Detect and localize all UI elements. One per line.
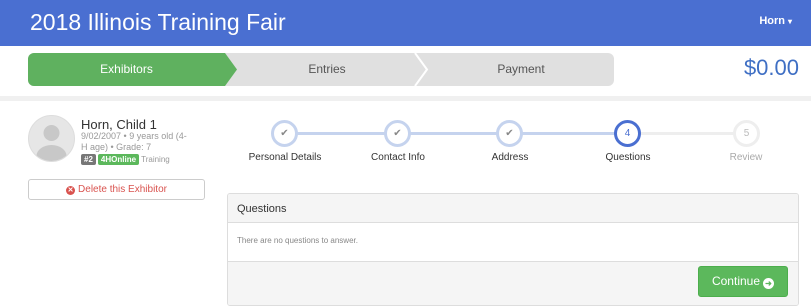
wizard-remaining-line: [626, 132, 746, 135]
exhibitor-badges: #2 4HOnline Training: [81, 154, 170, 165]
continue-label: Continue: [711, 274, 761, 288]
source-badge: 4HOnline: [97, 154, 140, 165]
exhibitor-meta: 9/02/2007 • 9 years old (4-H age) • Grad…: [81, 131, 187, 152]
step-label-address: Address: [491, 152, 529, 163]
step-address-node[interactable]: ✔: [496, 120, 523, 147]
user-name: Horn: [759, 15, 785, 27]
panel-title: Questions: [228, 194, 798, 223]
section-divider: [0, 96, 811, 101]
continue-button[interactable]: Continue ➜: [698, 266, 788, 297]
exhibitor-type: Training: [141, 155, 170, 164]
avatar: [28, 115, 75, 162]
wizard-progress-line: [284, 132, 626, 135]
step-questions-node[interactable]: 4: [614, 120, 641, 147]
tab-exhibitors[interactable]: Exhibitors: [28, 53, 225, 86]
exhibitor-name: Horn, Child 1: [81, 117, 157, 132]
user-silhouette-icon: [36, 125, 67, 161]
cart-total: $0.00: [743, 55, 799, 80]
step-personal-details-node[interactable]: ✔: [271, 120, 298, 147]
step-label-personal-details: Personal Details: [248, 152, 322, 163]
step-label-contact-info: Contact Info: [371, 152, 425, 163]
step-review-node: 5: [733, 120, 760, 147]
arrow-circle-right-icon: ➜: [763, 278, 775, 289]
times-circle-icon: ✕: [66, 186, 76, 195]
checkout-tabs: Exhibitors Entries Payment: [28, 53, 614, 86]
exhibitor-number-badge: #2: [81, 154, 96, 165]
tab-arrow-separator: [223, 53, 237, 86]
delete-label: Delete this Exhibitor: [78, 184, 167, 195]
tab-payment[interactable]: Payment: [428, 53, 614, 86]
tab-entries[interactable]: Entries: [238, 53, 416, 86]
step-contact-info-node[interactable]: ✔: [384, 120, 411, 147]
panel-message: There are no questions to answer.: [228, 223, 798, 262]
caret-down-icon: ▾: [787, 17, 792, 26]
step-label-questions: Questions: [605, 152, 651, 163]
user-menu[interactable]: Horn ▾: [759, 15, 792, 27]
checkout-steps-bar: Exhibitors Entries Payment $0.00: [0, 46, 811, 96]
panel-footer: Continue ➜: [228, 262, 798, 305]
app-title: 2018 Illinois Training Fair: [30, 9, 286, 35]
step-label-review: Review: [729, 152, 763, 163]
top-navbar: 2018 Illinois Training Fair Horn ▾: [0, 0, 811, 46]
delete-exhibitor-button[interactable]: ✕ Delete this Exhibitor: [28, 179, 205, 200]
questions-panel: Questions There are no questions to answ…: [227, 193, 799, 306]
